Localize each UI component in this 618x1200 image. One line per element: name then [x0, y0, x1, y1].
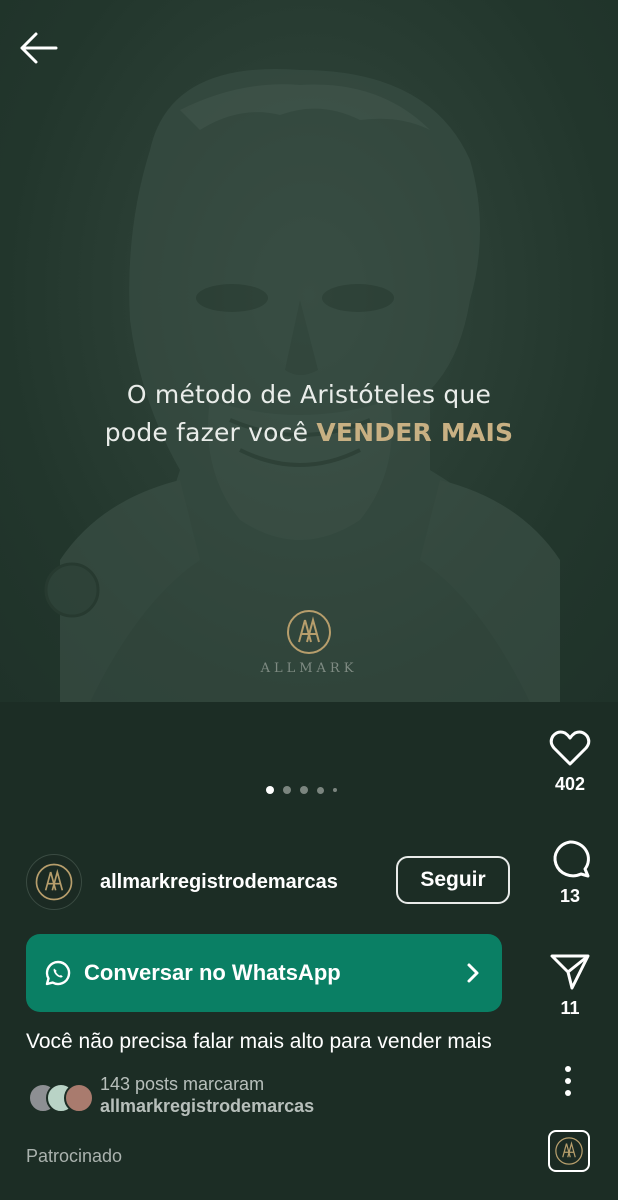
heart-icon [549, 730, 591, 766]
comment-count: 13 [559, 886, 581, 906]
allmark-logo-icon [287, 610, 331, 654]
share-count: 11 [560, 998, 580, 1018]
author-avatar[interactable] [26, 854, 82, 910]
avatar [64, 1082, 94, 1113]
allmark-logo-icon [35, 863, 73, 901]
comment-action[interactable]: 13 [540, 838, 600, 907]
share-action[interactable]: 11 [540, 950, 600, 1019]
whatsapp-cta-button[interactable]: Conversar no WhatsApp [26, 934, 502, 1012]
follow-button[interactable]: Seguir [396, 856, 510, 904]
back-arrow-icon [20, 32, 58, 64]
allmark-logo-icon [555, 1137, 583, 1165]
carousel-dot [333, 788, 337, 792]
tagged-posts-row[interactable]: 143 posts marcaram allmarkregistrodemarc… [28, 1074, 314, 1117]
carousel-dot [283, 786, 291, 794]
carousel-dot [300, 786, 308, 794]
chevron-right-icon [467, 963, 479, 983]
sponsored-label: Patrocinado [26, 1146, 123, 1166]
carousel-indicator [266, 786, 337, 794]
post-caption[interactable]: Você não precisa falar mais alto para ve… [26, 1030, 530, 1054]
brand-wordmark: ALLMARK [260, 661, 358, 676]
whatsapp-icon [45, 960, 71, 986]
whatsapp-cta-label: Conversar no WhatsApp [84, 960, 341, 985]
back-button[interactable] [16, 28, 60, 68]
like-action[interactable]: 402 [540, 728, 600, 795]
like-count: 402 [554, 774, 586, 794]
author-username[interactable]: allmarkregistrodemarcas [100, 871, 375, 894]
carousel-dot-active [266, 786, 274, 794]
more-options-button[interactable] [556, 1064, 580, 1098]
post-headline: O método de Aristóteles que pode fazer v… [0, 376, 618, 452]
tagged-avatars [28, 1081, 94, 1113]
author-row: allmarkregistrodemarcas [26, 854, 375, 910]
carousel-dot [317, 786, 324, 794]
headline-line-2-text: pode fazer você [104, 418, 317, 447]
tagged-count: 143 posts marcaram [100, 1074, 265, 1094]
post-media[interactable]: O método de Aristóteles que pode fazer v… [0, 0, 618, 702]
audio-thumbnail[interactable] [548, 1130, 590, 1172]
statue-image [44, 69, 560, 702]
tagged-text: 143 posts marcaram allmarkregistrodemarc… [100, 1074, 314, 1117]
headline-line-1: O método de Aristóteles que [126, 380, 492, 409]
share-icon [550, 954, 590, 990]
headline-accent: VENDER MAIS [316, 418, 514, 447]
more-vertical-icon [565, 1066, 571, 1096]
headline-line-2: pode fazer você VENDER MAIS [0, 414, 618, 452]
tagged-account: allmarkregistrodemarcas [100, 1096, 315, 1116]
comment-icon [553, 840, 590, 878]
